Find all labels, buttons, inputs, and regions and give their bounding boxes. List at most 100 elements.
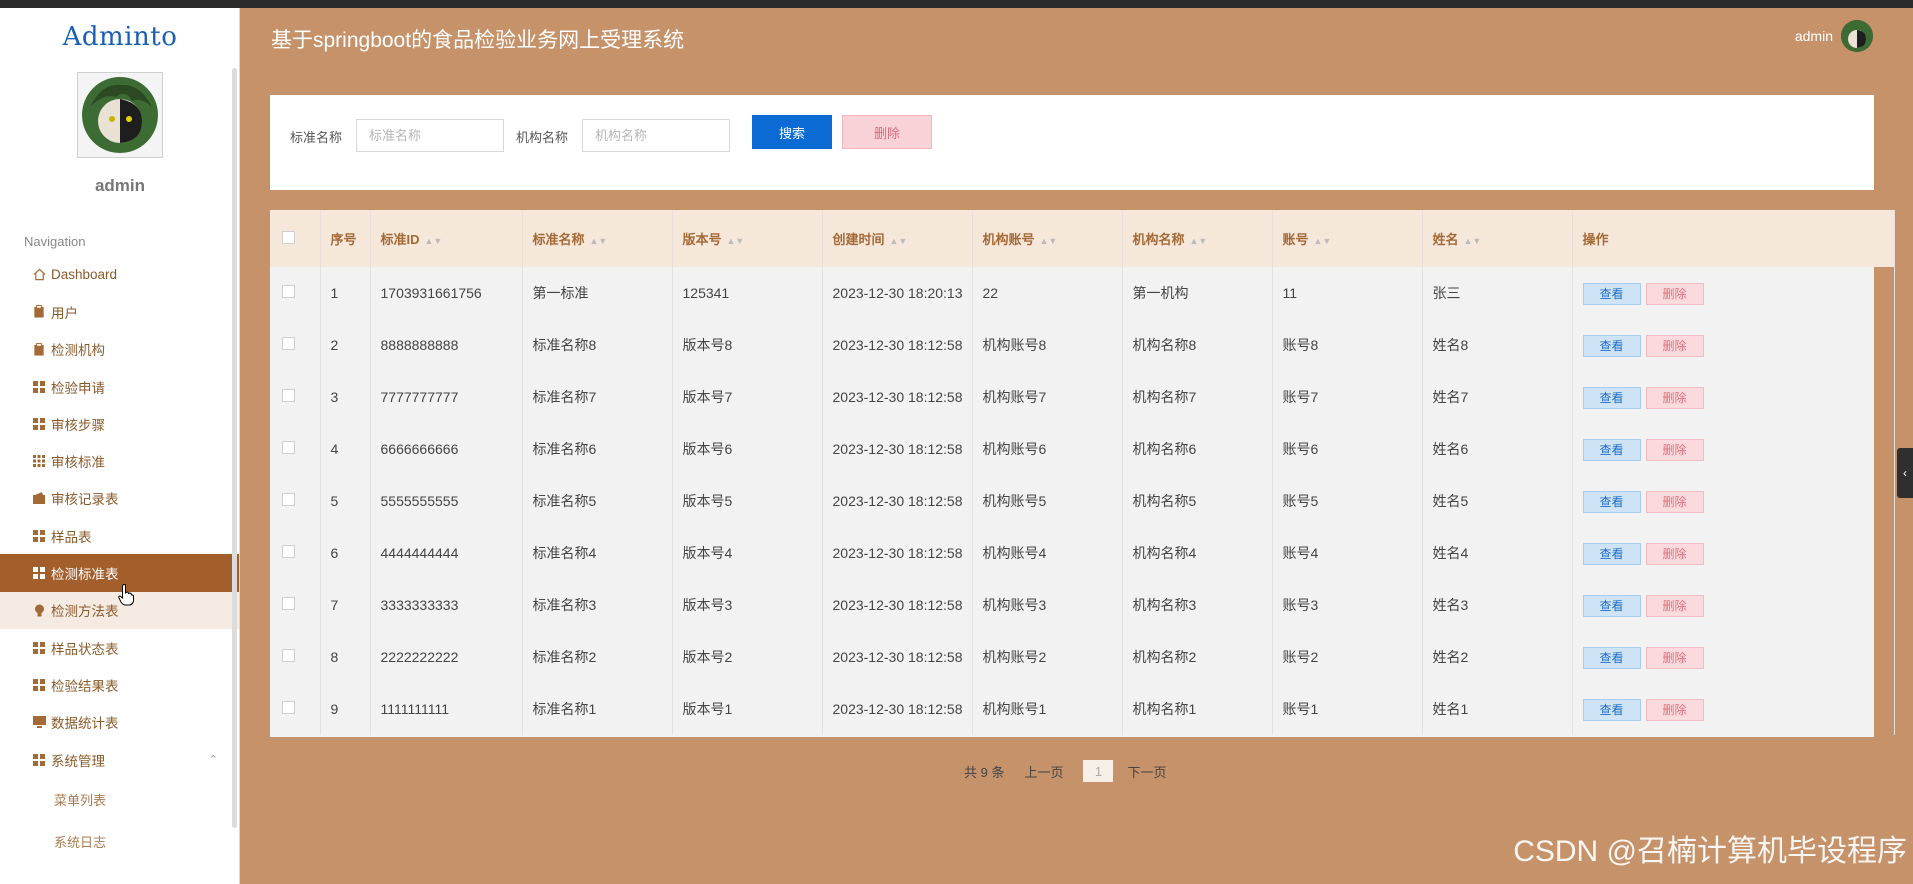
row-select-cell[interactable] — [270, 683, 321, 735]
col-header[interactable]: 机构名称 ▲▼ — [1122, 210, 1273, 267]
sidebar-item-statistics[interactable]: 数据统计表 — [0, 704, 239, 741]
sidebar-item-review-standards[interactable]: 审核标准 — [0, 442, 239, 479]
view-button[interactable]: 查看 — [1582, 438, 1641, 461]
row-checkbox[interactable] — [282, 545, 295, 558]
cell-agency-name: 机构名称7 — [1122, 371, 1273, 423]
table-row[interactable]: 8 2222222222 标准名称2 版本号2 2023-12-30 18:12:58 机… — [270, 631, 1895, 683]
sidebar-item-samples[interactable]: 样品表 — [0, 517, 239, 554]
delete-button[interactable]: 删除 — [1645, 698, 1704, 721]
app-logo[interactable]: Adminto — [0, 22, 239, 52]
table-row[interactable]: 9 1111111111 标准名称1 版本号1 2023-12-30 18:12:58 机… — [270, 683, 1895, 735]
row-select-cell[interactable] — [270, 527, 321, 579]
row-select-cell[interactable] — [270, 371, 321, 423]
cell-row-index: 3 — [320, 371, 371, 423]
agency-name-input[interactable] — [582, 119, 730, 152]
col-header[interactable]: 标准ID ▲▼ — [370, 210, 523, 267]
table-row[interactable]: 6 4444444444 标准名称4 版本号4 2023-12-30 18:12:58 机… — [270, 527, 1895, 579]
view-button[interactable]: 查看 — [1582, 646, 1641, 669]
row-select-cell[interactable] — [270, 631, 321, 683]
row-checkbox[interactable] — [282, 337, 295, 350]
prev-page-button[interactable]: 上一页 — [1024, 762, 1063, 781]
col-header[interactable]: 姓名 ▲▼ — [1422, 210, 1573, 267]
table-row[interactable]: 5 5555555555 标准名称5 版本号5 2023-12-30 18:12:58 机… — [270, 475, 1895, 527]
delete-button[interactable]: 删除 — [1645, 542, 1704, 565]
select-all-checkbox[interactable] — [282, 230, 295, 244]
row-select-cell[interactable] — [270, 267, 321, 319]
sort-icon[interactable]: ▲▼ — [1040, 236, 1058, 246]
standard-name-input[interactable] — [356, 119, 504, 152]
delete-button[interactable]: 删除 — [1645, 646, 1704, 669]
col-header[interactable]: 创建时间 ▲▼ — [822, 210, 973, 267]
delete-button[interactable]: 删除 — [1645, 334, 1704, 357]
view-button[interactable]: 查看 — [1582, 386, 1641, 409]
current-page[interactable]: 1 — [1083, 760, 1114, 782]
row-select-cell[interactable] — [270, 319, 321, 371]
delete-button[interactable]: 删除 — [1645, 490, 1704, 513]
chevron-up-icon[interactable]: ⌃ — [209, 753, 218, 766]
row-checkbox[interactable] — [282, 597, 295, 610]
top-avatar[interactable] — [1841, 20, 1873, 52]
row-checkbox[interactable] — [282, 441, 295, 454]
batch-delete-button[interactable]: 删除 — [842, 115, 932, 149]
sidebar-item-review-records[interactable]: 审核记录表 — [0, 480, 239, 517]
view-button[interactable]: 查看 — [1582, 698, 1641, 721]
view-button[interactable]: 查看 — [1582, 282, 1641, 305]
delete-button[interactable]: 删除 — [1645, 282, 1704, 305]
cell-account: 账号7 — [1272, 371, 1423, 423]
sidebar-scrollbar[interactable] — [232, 68, 237, 828]
sidebar-item-sample-status[interactable]: 样品状态表 — [0, 629, 239, 666]
table-row[interactable]: 4 6666666666 标准名称6 版本号6 2023-12-30 18:12:58 机… — [270, 423, 1895, 475]
row-checkbox[interactable] — [282, 493, 295, 506]
col-header[interactable]: 账号 ▲▼ — [1272, 210, 1423, 267]
sort-icon[interactable]: ▲▼ — [890, 236, 908, 246]
avatar[interactable] — [77, 72, 163, 158]
row-checkbox[interactable] — [282, 649, 295, 662]
sidebar-item-inspection-results[interactable]: 检验结果表 — [0, 666, 239, 703]
sort-icon[interactable]: ▲▼ — [1464, 236, 1482, 246]
view-button[interactable]: 查看 — [1582, 334, 1641, 357]
grid-icon — [32, 529, 46, 543]
view-button[interactable]: 查看 — [1582, 542, 1641, 565]
select-all-cell[interactable] — [270, 210, 321, 267]
sidebar-item-inspection-requests[interactable]: 检验申请 — [0, 368, 239, 405]
sidebar-item-testing-agencies[interactable]: 检测机构 — [0, 331, 239, 368]
table-row[interactable]: 3 7777777777 标准名称7 版本号7 2023-12-30 18:12:58 机… — [270, 371, 1895, 423]
sort-icon[interactable]: ▲▼ — [590, 236, 608, 246]
sort-icon[interactable]: ▲▼ — [1190, 236, 1208, 246]
cell-version: 125341 — [672, 267, 823, 319]
table-row[interactable]: 1 1703931661756 第一标准 125341 2023-12-30 18:20… — [270, 267, 1895, 319]
sidebar-subitem-menu-list[interactable]: 菜单列表 — [0, 778, 239, 820]
row-select-cell[interactable] — [270, 423, 321, 475]
apps-icon — [32, 454, 46, 468]
row-select-cell[interactable] — [270, 579, 321, 631]
top-user-menu[interactable]: admin — [1795, 20, 1873, 52]
row-checkbox[interactable] — [282, 701, 295, 714]
delete-button[interactable]: 删除 — [1645, 386, 1704, 409]
sort-icon[interactable]: ▲▼ — [425, 236, 443, 246]
col-header[interactable]: 版本号 ▲▼ — [672, 210, 823, 267]
col-header[interactable]: 标准名称 ▲▼ — [522, 210, 673, 267]
cell-account: 账号5 — [1272, 475, 1423, 527]
view-button[interactable]: 查看 — [1582, 490, 1641, 513]
search-button[interactable]: 搜索 — [752, 115, 832, 149]
row-select-cell[interactable] — [270, 475, 321, 527]
view-button[interactable]: 查看 — [1582, 594, 1641, 617]
row-checkbox[interactable] — [282, 389, 295, 402]
delete-button[interactable]: 删除 — [1645, 438, 1704, 461]
delete-button[interactable]: 删除 — [1645, 594, 1704, 617]
sort-icon[interactable]: ▲▼ — [727, 236, 745, 246]
next-page-button[interactable]: 下一页 — [1127, 762, 1166, 781]
sidebar-item-system-management[interactable]: 系统管理 ⌃ — [0, 741, 239, 778]
sort-icon[interactable]: ▲▼ — [1314, 236, 1332, 246]
sidebar-subitem-system-log[interactable]: 系统日志 — [0, 820, 239, 862]
table-row[interactable]: 7 3333333333 标准名称3 版本号3 2023-12-30 18:12:58 机… — [270, 579, 1895, 631]
sidebar-item-users[interactable]: 用户 — [0, 293, 239, 330]
sidebar-item-review-steps[interactable]: 审核步骤 — [0, 405, 239, 442]
table-row[interactable]: 2 8888888888 标准名称8 版本号8 2023-12-30 18:12:58 机… — [270, 319, 1895, 371]
col-header[interactable]: 机构账号 ▲▼ — [972, 210, 1123, 267]
right-panel-toggle[interactable]: ‹ — [1897, 448, 1913, 498]
row-checkbox[interactable] — [282, 285, 295, 298]
page-title: 基于springboot的食品检验业务网上受理系统 — [271, 29, 685, 52]
sidebar-item-dashboard[interactable]: Dashboard — [0, 256, 239, 293]
wallet-icon — [32, 491, 46, 505]
